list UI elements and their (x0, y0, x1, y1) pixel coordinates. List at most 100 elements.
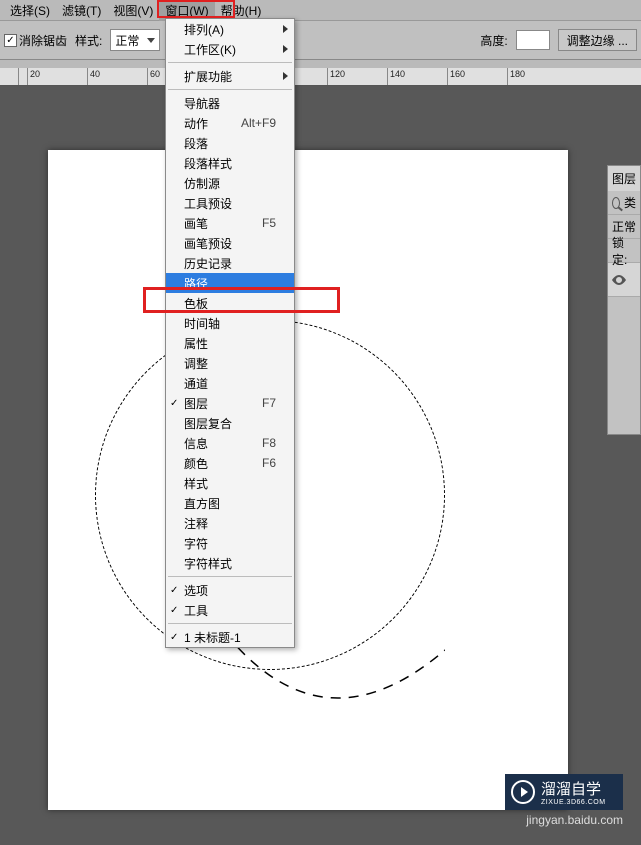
filter-row[interactable]: 类 (608, 191, 640, 215)
ruler-tick: 140 (387, 68, 447, 85)
menu-extensions[interactable]: 扩展功能 (166, 66, 294, 86)
layer-row[interactable] (608, 263, 640, 297)
check-icon: ✓ (170, 632, 178, 643)
antialias-checkbox[interactable]: ✓ (4, 34, 17, 47)
ruler-tick: 120 (327, 68, 387, 85)
check-icon: ✓ (170, 605, 178, 616)
menu-label: 工具预设 (184, 195, 232, 212)
menu-label: 扩展功能 (184, 68, 232, 85)
visibility-icon[interactable] (612, 273, 626, 287)
layers-tab[interactable]: 图层 (608, 166, 640, 191)
chevron-down-icon (147, 38, 155, 43)
ruler-tick: 20 (27, 68, 87, 85)
menu-brush-presets[interactable]: 画笔预设 (166, 233, 294, 253)
menu-label: 导航器 (184, 95, 220, 112)
menu-tool-presets[interactable]: 工具预设 (166, 193, 294, 213)
menu-label: 工作区(K) (184, 41, 236, 58)
menu-label: 选项 (184, 582, 208, 599)
lock-row: 锁定: (608, 239, 640, 263)
height-input[interactable] (516, 30, 550, 50)
menu-layer-comps[interactable]: 图层复合 (166, 413, 294, 433)
menu-label: 工具 (184, 602, 208, 619)
menu-layers[interactable]: ✓ 图层 F7 (166, 393, 294, 413)
ruler-tick: 180 (507, 68, 567, 85)
refine-edge-button[interactable]: 调整边缘 ... (558, 29, 637, 51)
watermark-url: jingyan.baidu.com (526, 813, 623, 827)
menu-shortcut: F7 (262, 396, 276, 410)
menu-timeline[interactable]: 时间轴 (166, 313, 294, 333)
menu-adjustments[interactable]: 调整 (166, 353, 294, 373)
menu-separator (168, 623, 292, 624)
menu-view[interactable]: 视图(V) (107, 0, 159, 21)
menu-tools[interactable]: ✓ 工具 (166, 600, 294, 620)
menu-clone-source[interactable]: 仿制源 (166, 173, 294, 193)
menu-label: 字符 (184, 535, 208, 552)
window-menu: 排列(A) 工作区(K) 扩展功能 导航器 动作 Alt+F9 段落 段落样式 … (165, 18, 295, 648)
menu-label: 调整 (184, 355, 208, 372)
submenu-arrow-icon (283, 45, 288, 53)
menu-label: 段落样式 (184, 155, 232, 172)
menu-filter[interactable]: 滤镜(T) (56, 0, 107, 21)
menu-separator (168, 576, 292, 577)
lock-label: 锁定: (612, 234, 636, 268)
menu-history[interactable]: 历史记录 (166, 253, 294, 273)
menu-label: 图层 (184, 395, 208, 412)
menu-para-styles[interactable]: 段落样式 (166, 153, 294, 173)
menu-workspace[interactable]: 工作区(K) (166, 39, 294, 59)
menu-actions[interactable]: 动作 Alt+F9 (166, 113, 294, 133)
menu-shortcut: F5 (262, 216, 276, 230)
style-value: 正常 (115, 32, 144, 49)
menu-select[interactable]: 选择(S) (4, 0, 56, 21)
watermark-logo: 溜溜自学 ZIXUE.3D66.COM (505, 774, 623, 810)
ruler-tick: 160 (447, 68, 507, 85)
menu-label: 时间轴 (184, 315, 220, 332)
menu-color[interactable]: 颜色 F6 (166, 453, 294, 473)
menu-options[interactable]: ✓ 选项 (166, 580, 294, 600)
menu-paths[interactable]: 路径 (166, 273, 294, 293)
menu-label: 样式 (184, 475, 208, 492)
menu-info[interactable]: 信息 F8 (166, 433, 294, 453)
menu-char-styles[interactable]: 字符样式 (166, 553, 294, 573)
menu-label: 画笔预设 (184, 235, 232, 252)
style-dropdown[interactable]: 正常 (110, 29, 160, 51)
menu-navigator[interactable]: 导航器 (166, 93, 294, 113)
watermark-sub: ZIXUE.3D66.COM (541, 799, 606, 806)
menu-histogram[interactable]: 直方图 (166, 493, 294, 513)
menu-arrange[interactable]: 排列(A) (166, 19, 294, 39)
menu-label: 图层复合 (184, 415, 232, 432)
blend-mode-label: 正常 (612, 218, 636, 235)
menu-notes[interactable]: 注释 (166, 513, 294, 533)
ruler-horizontal: 0 20 40 60 80 100 120 140 160 180 (0, 68, 641, 86)
refine-edge-label: 调整边缘 ... (567, 32, 628, 49)
submenu-arrow-icon (283, 72, 288, 80)
play-icon (511, 780, 535, 804)
menu-label: 仿制源 (184, 175, 220, 192)
menu-label: 字符样式 (184, 555, 232, 572)
menu-shortcut: F8 (262, 436, 276, 450)
menu-label: 属性 (184, 335, 208, 352)
menu-label: 画笔 (184, 215, 208, 232)
menu-properties[interactable]: 属性 (166, 333, 294, 353)
check-icon: ✓ (170, 585, 178, 596)
antialias-wrap[interactable]: ✓ 消除锯齿 (4, 32, 67, 49)
menubar: 选择(S) 滤镜(T) 视图(V) 窗口(W) 帮助(H) (0, 0, 641, 20)
play-triangle-icon (521, 787, 528, 797)
ruler-tick: 40 (87, 68, 147, 85)
menu-styles[interactable]: 样式 (166, 473, 294, 493)
menu-swatches[interactable]: 色板 (166, 293, 294, 313)
menu-label: 直方图 (184, 495, 220, 512)
style-label: 样式: (75, 32, 102, 49)
watermark-title: 溜溜自学 (541, 778, 606, 799)
layers-panel: 图层 类 正常 锁定: (607, 165, 641, 435)
menu-paragraph[interactable]: 段落 (166, 133, 294, 153)
menu-label: 色板 (184, 295, 208, 312)
menu-label: 通道 (184, 375, 208, 392)
menu-shortcut: Alt+F9 (241, 116, 276, 130)
menu-character[interactable]: 字符 (166, 533, 294, 553)
ruler-tick: 0 (0, 68, 27, 85)
menu-brush[interactable]: 画笔 F5 (166, 213, 294, 233)
check-icon: ✓ (170, 398, 178, 409)
menu-channels[interactable]: 通道 (166, 373, 294, 393)
menu-doc1[interactable]: ✓ 1 未标题-1 (166, 627, 294, 647)
height-label: 高度: (480, 32, 507, 49)
